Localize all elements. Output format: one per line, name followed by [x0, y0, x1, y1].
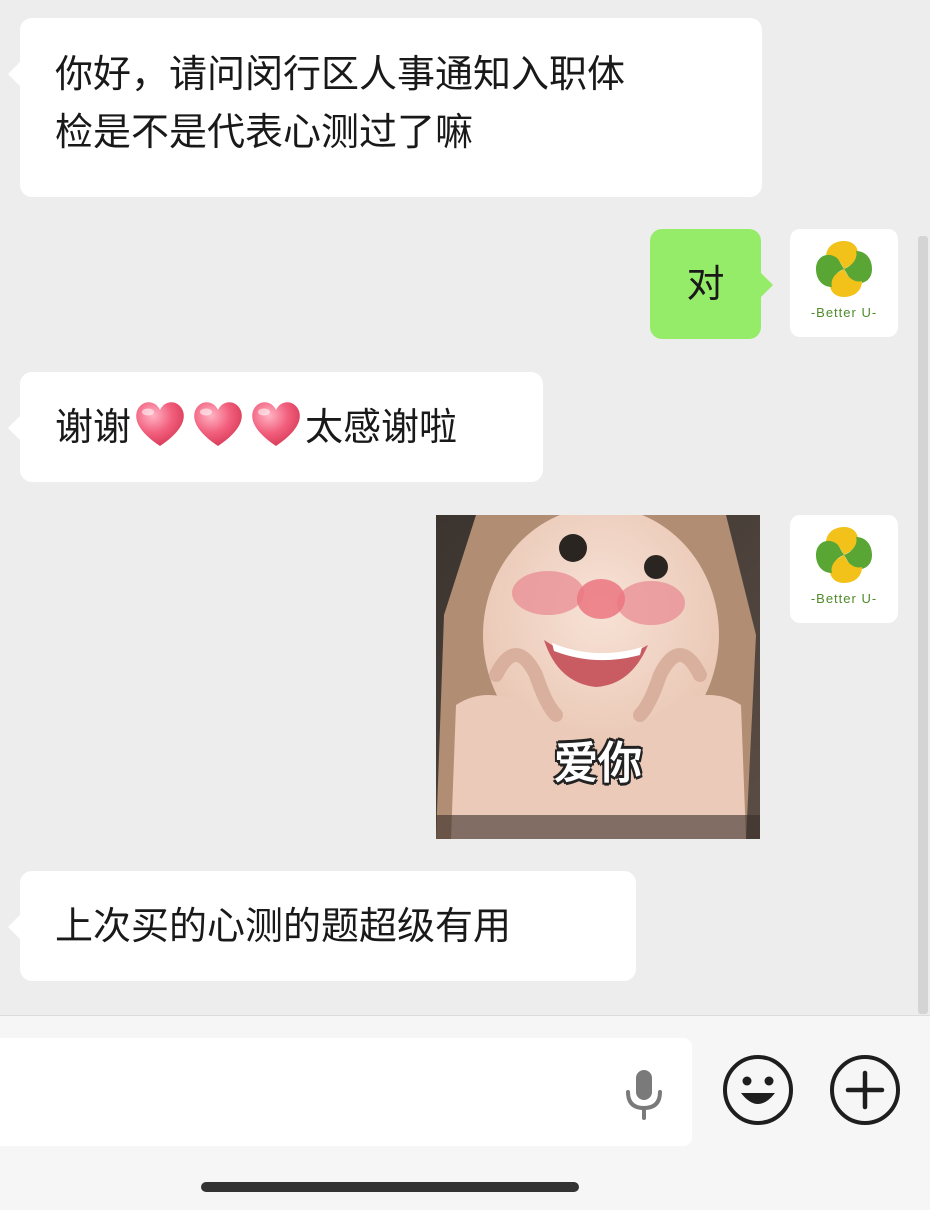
message-bubble-incoming[interactable]: 谢谢 太感谢啦: [8, 372, 543, 482]
better-u-logo-icon: [816, 527, 872, 583]
message-text: 谢谢: [55, 405, 132, 449]
heart-emoji-icon: [194, 402, 242, 446]
chat-area[interactable]: 你好，请问闵行区人事通知入职体 检是不是代表心测过了嘛 对 -Better U-…: [0, 0, 930, 1015]
sticker-caption: 爱你: [554, 738, 642, 789]
avatar[interactable]: -Better U-: [790, 515, 898, 623]
emoji-button[interactable]: [723, 1055, 793, 1125]
sticker-image[interactable]: 爱你: [436, 515, 760, 839]
emoji-icon: [741, 1076, 775, 1104]
home-indicator[interactable]: [201, 1182, 579, 1192]
better-u-logo-icon: [816, 241, 872, 297]
heart-emoji-icon: [252, 402, 300, 446]
message-text-line: 你好，请问闵行区人事通知入职体: [55, 52, 626, 96]
message-text: 太感谢啦: [305, 405, 458, 449]
message-input[interactable]: [0, 1038, 692, 1146]
input-toolbar: [0, 1015, 930, 1210]
avatar-brand-text: -Better U-: [810, 591, 878, 606]
avatar-brand-text: -Better U-: [810, 305, 878, 320]
message-text: 上次买的心测的题超级有用: [55, 904, 512, 948]
message-bubble-incoming[interactable]: 上次买的心测的题超级有用: [8, 871, 636, 981]
more-button[interactable]: [830, 1055, 900, 1125]
plus-icon: [845, 1070, 885, 1110]
message-bubble-outgoing[interactable]: 对: [650, 229, 773, 339]
message-text-line: 检是不是代表心测过了嘛: [55, 110, 474, 154]
message-bubble-incoming[interactable]: 你好，请问闵行区人事通知入职体 检是不是代表心测过了嘛: [8, 18, 762, 197]
heart-emoji-icon: [136, 402, 184, 446]
scrollbar[interactable]: [918, 236, 928, 1014]
message-text: 对: [686, 262, 725, 306]
avatar[interactable]: -Better U-: [790, 229, 898, 337]
microphone-icon[interactable]: [622, 1068, 666, 1120]
